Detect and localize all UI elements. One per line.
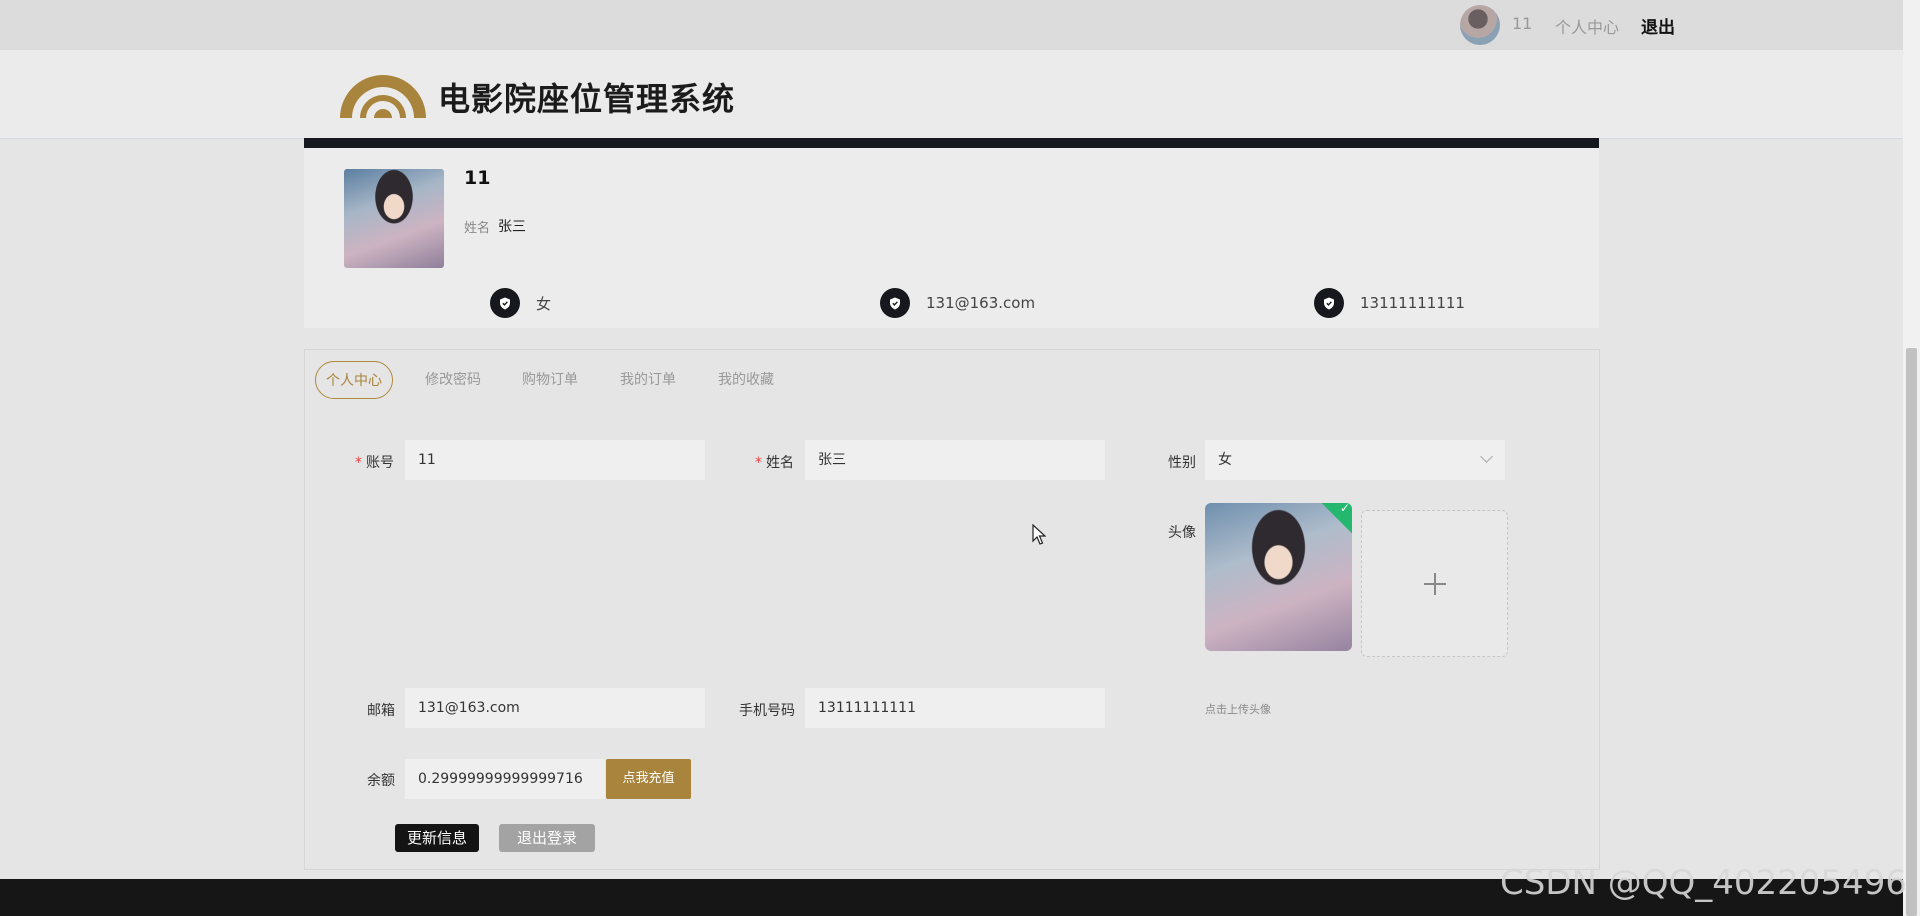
tab-personal-center[interactable]: 个人中心 [315, 361, 393, 399]
name-label: * 姓名 [755, 455, 794, 471]
avatar-upload-tip: 点击上传头像 [1205, 703, 1271, 716]
profile-email: 131@163.com [880, 288, 1035, 318]
balance-input[interactable]: 0.29999999999999716 [405, 759, 605, 799]
profile-phone: 13111111111 [1314, 288, 1465, 318]
update-info-button[interactable]: 更新信息 [395, 824, 479, 852]
avatar-label: 头像 [1168, 525, 1196, 541]
phone-input[interactable]: 13111111111 [805, 688, 1105, 728]
profile-avatar [344, 169, 444, 268]
recharge-button[interactable]: 点我充值 [606, 759, 691, 799]
topbar-logout-link[interactable]: 退出 [1641, 13, 1675, 38]
user-center-panel: 个人中心 修改密码 购物订单 我的订单 我的收藏 * 账号 11 * 姓名 张三 性… [304, 349, 1600, 870]
page-scrollbar[interactable] [1903, 0, 1920, 916]
gender-label: 性别 [1168, 455, 1196, 471]
profile-name-label: 姓名 [464, 221, 491, 236]
avatar-upload-button[interactable] [1361, 510, 1508, 657]
tab-shopping-orders[interactable]: 购物订单 [512, 361, 588, 399]
scrollbar-thumb[interactable] [1906, 348, 1917, 916]
profile-email-text: 131@163.com [926, 294, 1036, 312]
logo-icon[interactable] [338, 66, 428, 120]
watermark: CSDN @QQ_402205496 [1500, 863, 1907, 903]
tab-my-orders[interactable]: 我的订单 [610, 361, 686, 399]
phone-label: 手机号码 [739, 703, 795, 719]
profile-gender: 女 [490, 288, 551, 318]
account-label: * 账号 [355, 455, 394, 471]
check-icon: ✓ [1321, 503, 1352, 536]
top-bar: 11 个人中心 退出 [0, 0, 1903, 50]
email-label: 邮箱 [367, 703, 395, 719]
tab-my-favorites[interactable]: 我的收藏 [708, 361, 784, 399]
site-header: 电影院座位管理系统 [0, 50, 1903, 139]
shield-icon [880, 288, 910, 318]
chevron-down-icon [1480, 450, 1493, 463]
profile-card: 11 姓名 张三 女 131@163.com 13111111111 [304, 148, 1599, 328]
account-input[interactable]: 11 [405, 440, 705, 480]
shield-icon [1314, 288, 1344, 318]
profile-username: 11 [464, 167, 491, 189]
topbar-center-link[interactable]: 个人中心 [1555, 14, 1619, 38]
mouse-cursor-icon [1032, 524, 1046, 545]
site-title[interactable]: 电影院座位管理系统 [438, 74, 735, 120]
logout-button[interactable]: 退出登录 [499, 824, 595, 852]
email-input[interactable]: 131@163.com [405, 688, 705, 728]
profile-name: 张三 [498, 219, 526, 235]
balance-label: 余额 [367, 773, 395, 789]
shield-icon [490, 288, 520, 318]
profile-phone-text: 13111111111 [1360, 294, 1465, 312]
tab-change-password[interactable]: 修改密码 [415, 361, 491, 399]
profile-gender-text: 女 [536, 294, 552, 313]
gender-select-value: 女 [1218, 452, 1232, 468]
gender-select[interactable]: 女 [1205, 440, 1505, 480]
user-avatar[interactable] [1460, 5, 1500, 45]
name-input[interactable]: 张三 [805, 440, 1105, 480]
topbar-username[interactable]: 11 [1512, 14, 1532, 33]
banner-strip [304, 138, 1599, 148]
avatar-preview[interactable]: ✓ [1205, 503, 1352, 651]
